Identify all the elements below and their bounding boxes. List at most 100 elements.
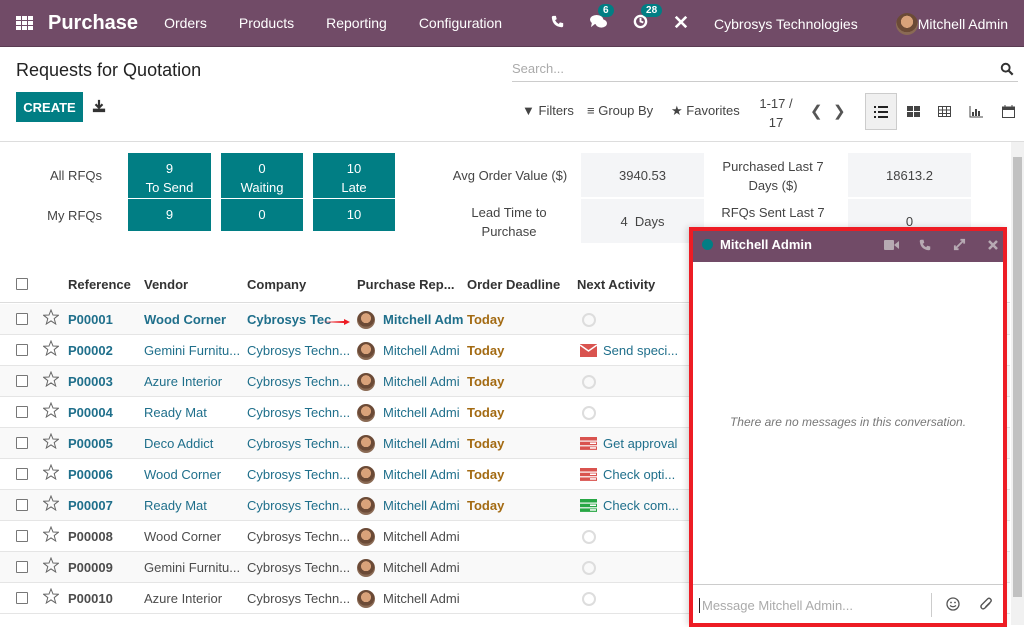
phone-call-icon[interactable]: [917, 237, 933, 253]
column-company[interactable]: Company: [247, 277, 306, 292]
row-checkbox[interactable]: [16, 437, 28, 449]
menu-orders[interactable]: Orders: [164, 15, 207, 31]
column-reference[interactable]: Reference: [68, 277, 131, 292]
cell-reference[interactable]: P00004: [68, 405, 140, 420]
cell-purchase-rep: Mitchell Admi: [383, 591, 460, 606]
chat-message-input[interactable]: [699, 597, 921, 613]
rep-avatar: [357, 404, 375, 422]
favorite-star-icon[interactable]: [43, 464, 59, 480]
scrollbar-thumb[interactable]: [1013, 157, 1022, 597]
pager-value[interactable]: 1-17 / 17: [757, 94, 795, 132]
row-checkbox[interactable]: [16, 344, 28, 356]
search-input[interactable]: [512, 61, 1000, 76]
cell-next-activity[interactable]: Send speci...: [603, 343, 683, 358]
tile-my-waiting[interactable]: 0: [221, 199, 303, 231]
filters-button[interactable]: ▼ Filters: [522, 103, 574, 118]
attachment-icon[interactable]: [980, 597, 993, 614]
company-switcher[interactable]: Cybrosys Technologies: [714, 16, 858, 32]
emoji-icon[interactable]: [946, 596, 960, 614]
user-menu[interactable]: Mitchell Admin: [895, 12, 1008, 35]
cell-reference[interactable]: P00002: [68, 343, 140, 358]
graph-view-button[interactable]: [960, 93, 992, 130]
cell-reference[interactable]: P00003: [68, 374, 140, 389]
create-button[interactable]: CREATE: [16, 92, 83, 122]
apps-grid-icon[interactable]: [16, 16, 34, 30]
chat-icon[interactable]: 6: [590, 4, 614, 33]
favorite-star-icon[interactable]: [43, 309, 59, 325]
email-activity-icon[interactable]: [580, 344, 597, 357]
chat-header[interactable]: Mitchell Admin: [689, 227, 1007, 262]
favorite-star-icon[interactable]: [43, 495, 59, 511]
calendar-view-button[interactable]: [992, 93, 1024, 130]
row-checkbox[interactable]: [16, 592, 28, 604]
activity-clock-icon[interactable]: [582, 592, 596, 606]
menu-reporting[interactable]: Reporting: [326, 15, 387, 31]
favorites-button[interactable]: ★ Favorites: [671, 103, 740, 119]
favorite-star-icon[interactable]: [43, 433, 59, 449]
menu-configuration[interactable]: Configuration: [419, 15, 502, 31]
close-icon[interactable]: [985, 237, 1001, 253]
row-checkbox[interactable]: [16, 406, 28, 418]
cell-reference[interactable]: P00010: [68, 591, 140, 606]
cell-next-activity[interactable]: Get approval: [603, 436, 683, 451]
expand-icon[interactable]: [951, 237, 967, 253]
pager-previous-icon[interactable]: ❮: [810, 102, 823, 120]
tile-all-to-send[interactable]: 9 To Send: [128, 153, 211, 198]
tile-all-late[interactable]: 10 Late: [313, 153, 395, 198]
column-order-deadline[interactable]: Order Deadline: [467, 277, 560, 292]
cell-next-activity[interactable]: Check com...: [603, 498, 683, 513]
pager-next-icon[interactable]: ❯: [833, 102, 846, 120]
list-view-button[interactable]: [865, 93, 897, 130]
row-checkbox[interactable]: [16, 468, 28, 480]
tile-my-late[interactable]: 10: [313, 199, 395, 231]
todo-activity-icon[interactable]: [580, 437, 597, 450]
column-vendor[interactable]: Vendor: [144, 277, 188, 292]
favorite-star-icon[interactable]: [43, 588, 59, 604]
list-view-icon: [874, 105, 888, 118]
cell-reference[interactable]: P00008: [68, 529, 140, 544]
favorite-star-icon[interactable]: [43, 340, 59, 356]
cell-vendor: Wood Corner: [144, 312, 227, 327]
column-next-activity[interactable]: Next Activity: [577, 277, 655, 292]
cell-reference[interactable]: P00001: [68, 312, 140, 327]
todo-activity-icon[interactable]: [580, 499, 597, 512]
cell-reference[interactable]: P00009: [68, 560, 140, 575]
phone-icon[interactable]: [551, 15, 564, 32]
row-checkbox[interactable]: [16, 530, 28, 542]
kanban-view-button[interactable]: [897, 93, 929, 130]
cell-reference[interactable]: P00007: [68, 498, 140, 513]
row-checkbox[interactable]: [16, 375, 28, 387]
download-icon[interactable]: [92, 99, 106, 113]
pivot-view-button[interactable]: [928, 93, 960, 130]
activity-clock-icon[interactable]: [582, 561, 596, 575]
favorite-star-icon[interactable]: [43, 557, 59, 573]
tools-icon[interactable]: [674, 15, 688, 33]
cell-order-deadline: Today: [467, 436, 505, 451]
favorite-star-icon[interactable]: [43, 402, 59, 418]
video-call-icon[interactable]: [883, 237, 899, 253]
tile-all-waiting[interactable]: 0 Waiting: [221, 153, 303, 198]
column-purchase-rep[interactable]: Purchase Rep...: [357, 277, 455, 292]
cell-order-deadline: Today: [467, 405, 505, 420]
tile-my-to-send[interactable]: 9: [128, 199, 211, 231]
row-checkbox[interactable]: [16, 313, 28, 325]
cell-reference[interactable]: P00005: [68, 436, 140, 451]
activity-clock-icon[interactable]: [582, 406, 596, 420]
search-icon[interactable]: [1000, 62, 1014, 76]
activity-clock-icon[interactable]: [582, 530, 596, 544]
clock-icon[interactable]: 28: [633, 4, 663, 33]
page-scrollbar[interactable]: [1011, 142, 1024, 625]
row-checkbox[interactable]: [16, 499, 28, 511]
row-checkbox[interactable]: [16, 561, 28, 573]
cell-next-activity[interactable]: Check opti...: [603, 467, 683, 482]
app-name[interactable]: Purchase: [48, 12, 138, 35]
favorite-star-icon[interactable]: [43, 526, 59, 542]
cell-reference[interactable]: P00006: [68, 467, 140, 482]
activity-clock-icon[interactable]: [582, 313, 596, 327]
menu-products[interactable]: Products: [239, 15, 294, 31]
select-all-checkbox[interactable]: [16, 278, 28, 290]
activity-clock-icon[interactable]: [582, 375, 596, 389]
todo-activity-icon[interactable]: [580, 468, 597, 481]
group-by-button[interactable]: ≡ Group By: [587, 103, 653, 118]
favorite-star-icon[interactable]: [43, 371, 59, 387]
